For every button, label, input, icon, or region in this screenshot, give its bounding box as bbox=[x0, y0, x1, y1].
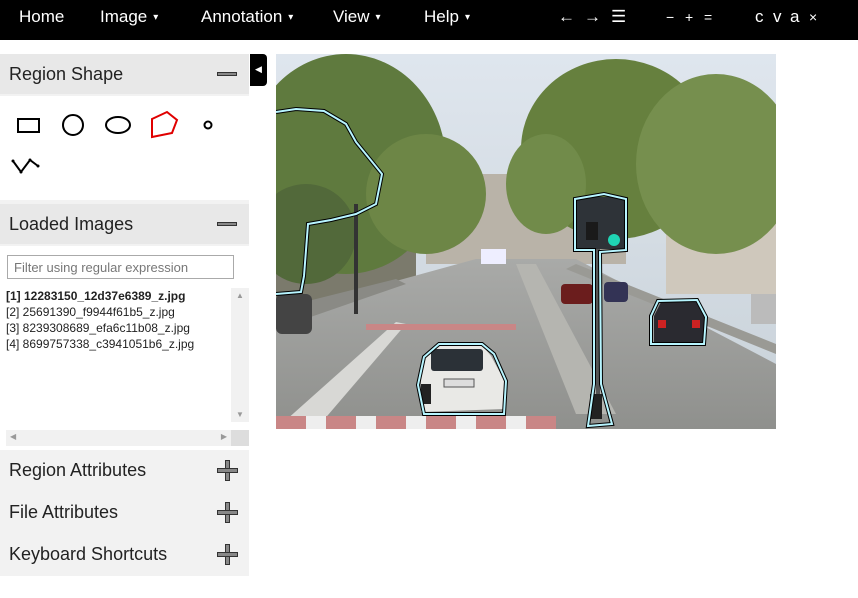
menu-image[interactable]: Image ▾ bbox=[100, 7, 158, 27]
menu-image-label: Image bbox=[100, 7, 148, 26]
image-list-item[interactable]: [2] 25691390_f9944f61b5_z.jpg bbox=[6, 304, 226, 320]
rectangle-shape-icon[interactable] bbox=[15, 112, 43, 138]
image-list-icon[interactable]: ☰ bbox=[611, 7, 626, 27]
image-filter-input[interactable] bbox=[7, 255, 234, 279]
toggle-left-panel-button[interactable]: ◀ bbox=[250, 54, 267, 86]
scroll-up-icon[interactable]: ▲ bbox=[236, 291, 244, 300]
collapse-left-icon: ◀ bbox=[255, 64, 262, 74]
next-image-icon[interactable]: → bbox=[584, 7, 601, 27]
zoom-in-icon[interactable]: + bbox=[685, 9, 693, 25]
expand-icon[interactable] bbox=[217, 544, 238, 565]
menu-home-label: Home bbox=[19, 7, 65, 26]
file-attributes-header[interactable]: File Attributes bbox=[0, 492, 249, 532]
circle-shape-icon[interactable] bbox=[60, 112, 88, 140]
image-canvas[interactable] bbox=[276, 54, 776, 429]
image-list-item[interactable]: [3] 8239308689_efa6c11b08_z.jpg bbox=[6, 320, 226, 336]
chevron-down-icon: ▾ bbox=[153, 12, 159, 23]
prev-image-icon[interactable]: ← bbox=[558, 7, 575, 27]
region-shape-title: Region Shape bbox=[9, 64, 124, 84]
zoom-out-icon[interactable]: − bbox=[666, 9, 674, 25]
chevron-down-icon: ▾ bbox=[464, 12, 470, 23]
loaded-images-title: Loaded Images bbox=[9, 214, 134, 234]
region-shape-header[interactable]: Region Shape bbox=[0, 54, 249, 94]
file-attributes-title: File Attributes bbox=[9, 502, 119, 522]
ellipse-shape-icon[interactable] bbox=[103, 112, 135, 140]
horizontal-scrollbar[interactable]: ◀ ▶ bbox=[6, 430, 231, 446]
loaded-images-panel: [1] 12283150_12d37e6389_z.jpg [2] 256913… bbox=[0, 246, 249, 454]
paste-region-button[interactable]: v bbox=[773, 7, 782, 27]
select-all-regions-button[interactable]: a bbox=[790, 7, 799, 27]
region-attributes-title: Region Attributes bbox=[9, 460, 147, 480]
menu-view[interactable]: View ▾ bbox=[333, 7, 381, 27]
menu-home[interactable]: Home bbox=[19, 7, 64, 27]
scroll-right-icon[interactable]: ▶ bbox=[221, 432, 227, 441]
street-scene-image bbox=[276, 54, 776, 429]
image-list-item[interactable]: [4] 8699757338_c3941051b6_z.jpg bbox=[6, 336, 226, 352]
chevron-down-icon: ▾ bbox=[375, 12, 381, 23]
region-shape-tools bbox=[0, 96, 249, 200]
top-menubar: Home Image ▾ Annotation ▾ View ▾ Help ▾ ← → … bbox=[0, 0, 858, 40]
scrollbar-corner bbox=[231, 430, 249, 446]
menu-view-label: View bbox=[333, 7, 370, 26]
chevron-down-icon: ▾ bbox=[288, 12, 294, 23]
delete-region-icon[interactable]: × bbox=[809, 9, 817, 25]
menu-help-label: Help bbox=[424, 7, 459, 26]
menu-annotation[interactable]: Annotation ▾ bbox=[201, 7, 293, 27]
zoom-reset-icon[interactable]: = bbox=[704, 9, 712, 25]
menu-annotation-label: Annotation bbox=[201, 7, 283, 26]
image-list: [1] 12283150_12d37e6389_z.jpg [2] 256913… bbox=[6, 288, 226, 352]
scroll-down-icon[interactable]: ▼ bbox=[236, 410, 244, 419]
expand-icon[interactable] bbox=[217, 460, 238, 481]
menu-help[interactable]: Help ▾ bbox=[424, 7, 470, 27]
loaded-images-header[interactable]: Loaded Images bbox=[0, 204, 249, 244]
keyboard-shortcuts-header[interactable]: Keyboard Shortcuts bbox=[0, 534, 249, 574]
vertical-scrollbar[interactable]: ▲ ▼ bbox=[231, 288, 249, 422]
collapse-icon[interactable] bbox=[217, 72, 237, 76]
polyline-shape-icon[interactable] bbox=[10, 152, 42, 180]
scroll-left-icon[interactable]: ◀ bbox=[10, 432, 16, 441]
keyboard-shortcuts-title: Keyboard Shortcuts bbox=[9, 544, 168, 564]
point-shape-icon[interactable] bbox=[199, 116, 217, 134]
polygon-shape-icon[interactable] bbox=[147, 108, 181, 142]
left-panel: Region Shape Loaded Images [1] 12 bbox=[0, 54, 249, 576]
image-list-item[interactable]: [1] 12283150_12d37e6389_z.jpg bbox=[6, 288, 226, 304]
region-attributes-header[interactable]: Region Attributes bbox=[0, 450, 249, 490]
expand-icon[interactable] bbox=[217, 502, 238, 523]
collapse-icon[interactable] bbox=[217, 222, 237, 226]
copy-region-button[interactable]: c bbox=[755, 7, 764, 27]
